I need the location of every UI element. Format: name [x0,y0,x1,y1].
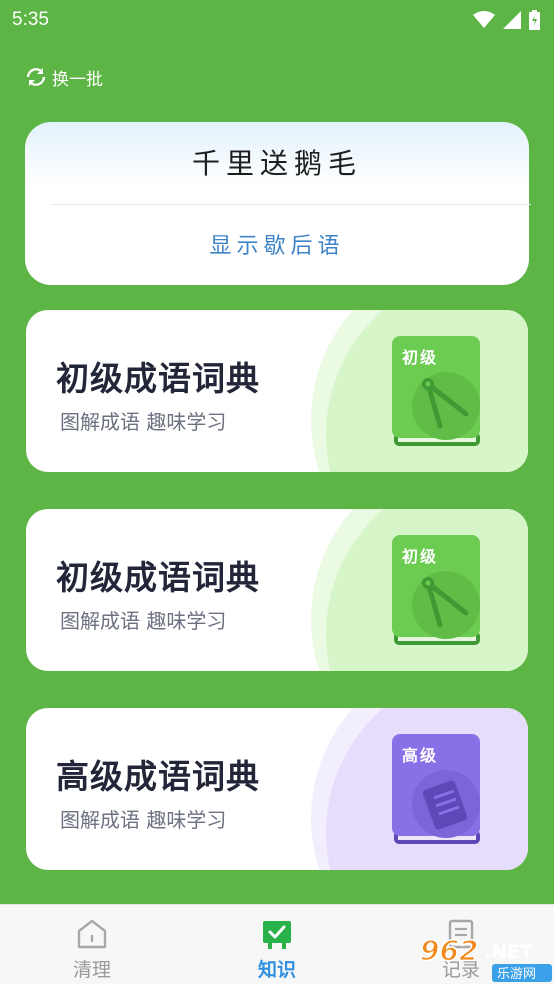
status-time: 5:35 [12,9,49,30]
riddle-divider [51,204,531,205]
card-title: 初级成语词典 [56,558,260,597]
refresh-button[interactable]: 换一批 [24,64,103,90]
book-label: 初级 [402,348,439,367]
book-label: 初级 [402,547,439,566]
card-title: 高级成语词典 [56,757,260,796]
tab-label: 知识 [257,959,296,981]
svg-text:962: 962 [420,934,478,967]
svg-text:乐游网: 乐游网 [497,967,536,982]
status-bar: 5:35 [0,0,554,40]
card-title: 初级成语词典 [56,359,260,398]
refresh-icon [26,68,46,86]
book-illustration: 初级 [388,533,484,655]
book-illustration: 初级 [388,334,484,456]
riddle-question: 千里送鹅毛 [191,147,362,180]
show-answer-button[interactable]: 显示歇后语 [0,228,554,260]
home-icon [77,919,107,949]
book-label: 高级 [402,746,439,765]
dictionary-card-beginner[interactable]: 初级成语词典 图解成语 趣味学习 初级 [26,310,528,472]
card-subtitle: 图解成语 趣味学习 [60,410,227,434]
dictionary-card-beginner[interactable]: 初级成语词典 图解成语 趣味学习 初级 [26,509,528,671]
signal-icon [503,11,521,29]
tab-knowledge[interactable]: 知识 [212,905,342,984]
knowledge-icon [263,921,291,949]
battery-icon [529,10,540,30]
status-icons [473,10,540,30]
dictionary-card-advanced[interactable]: 高级成语词典 图解成语 趣味学习 高级 [26,708,528,870]
refresh-label: 换一批 [52,69,103,90]
card-subtitle: 图解成语 趣味学习 [60,609,227,633]
tab-label: 清理 [72,959,111,981]
wifi-icon [473,11,495,28]
watermark-logo: 962 .NET 乐游网 [418,930,554,984]
book-illustration: 高级 [388,732,484,854]
svg-text:.NET: .NET [484,941,533,963]
tab-clean[interactable]: 清理 [27,905,157,984]
card-subtitle: 图解成语 趣味学习 [60,808,227,832]
